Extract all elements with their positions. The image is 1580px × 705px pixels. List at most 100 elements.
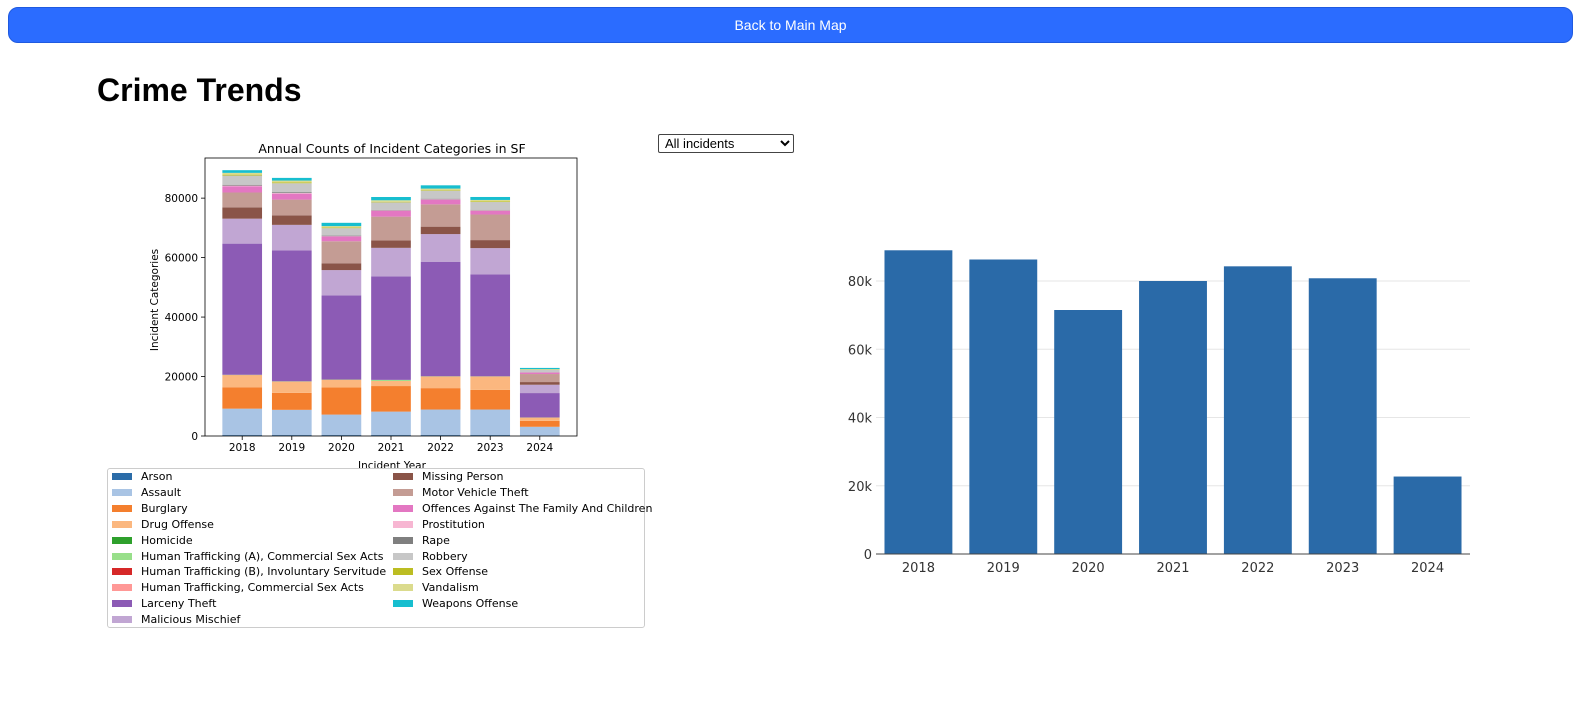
stacked-bar-segment: [519, 420, 560, 427]
stacked-bar-segment: [470, 389, 511, 410]
legend-item: Rape: [393, 534, 450, 547]
legend-swatch: [112, 488, 132, 496]
stacked-bar-segment: [420, 409, 461, 436]
stacked-bar-segment: [371, 380, 411, 387]
legend-label: Burglary: [141, 501, 188, 515]
legend-item: Weapons Offense: [393, 597, 518, 610]
legend-item: Robbery: [393, 550, 468, 563]
bar-chart-bar[interactable]: [1139, 281, 1207, 554]
stacked-bar-segment: [371, 210, 411, 217]
stacked-bar-segment: [420, 376, 461, 389]
bar-chart-x-tick-label: 2023: [1326, 561, 1359, 576]
stacked-bar-segment: [271, 224, 312, 251]
stacked-bar-segment: [371, 201, 411, 203]
legend-swatch: [112, 520, 132, 528]
bar-chart-bar[interactable]: [1223, 266, 1292, 554]
legend-item: Human Trafficking (A), Commercial Sex Ac…: [112, 550, 383, 563]
legend-label: Larceny Theft: [141, 597, 217, 611]
stacked-chart-y-tick-label: 20000: [165, 372, 198, 384]
legend-swatch: [393, 473, 413, 480]
stacked-bar-segment: [519, 372, 560, 375]
stacked-bar-segment: [470, 196, 511, 200]
stacked-bar-segment: [271, 250, 312, 382]
stacked-chart-x-tick-label: 2018: [229, 442, 256, 454]
stacked-bar-segment: [222, 174, 263, 176]
legend-item: Human Trafficking, Commercial Sex Acts: [112, 581, 364, 594]
legend-item: Prostitution: [393, 518, 485, 531]
legend-label: Vandalism: [422, 581, 479, 595]
bar-chart-x-tick-label: 2018: [902, 561, 935, 576]
stacked-bar-segment: [271, 182, 312, 184]
stacked-bar-segment: [519, 369, 560, 373]
stacked-bar-segment: [420, 226, 461, 235]
stacked-bar-segment: [519, 367, 560, 370]
legend-item: Assault: [112, 486, 181, 499]
stacked-bar-segment: [371, 240, 411, 248]
stacked-bar-segment: [321, 222, 362, 227]
stacked-bar-segment: [371, 386, 411, 412]
stacked-bar-segment: [321, 414, 362, 436]
bar-chart-bar[interactable]: [969, 259, 1038, 554]
bar-chart-x-tick-label: 2020: [1072, 561, 1105, 576]
stacked-bar-segment: [519, 393, 560, 418]
stacked-bar-segment: [470, 201, 511, 203]
bar-chart-y-tick-label: 40k: [848, 412, 873, 427]
stacked-bar-segment: [222, 186, 263, 193]
bar-chart-bar[interactable]: [1308, 278, 1377, 554]
stacked-bar-segment: [371, 202, 411, 210]
bar-chart-x-tick-label: 2021: [1156, 561, 1189, 576]
stacked-bar-segment: [470, 210, 511, 211]
stacked-bar-segment: [321, 270, 362, 296]
legend-item: Burglary: [112, 502, 188, 515]
stacked-bar-segment: [271, 199, 312, 216]
legend-item: Motor Vehicle Theft: [393, 486, 529, 499]
stacked-bar-segment: [371, 411, 411, 436]
stacked-bar-segment: [222, 218, 263, 244]
stacked-bar-segment: [519, 426, 560, 436]
stacked-bar-segment: [371, 200, 411, 202]
stacked-chart-y-tick-label: 0: [191, 431, 198, 443]
bar-chart-bar[interactable]: [884, 250, 953, 554]
legend-label: Human Trafficking (B), Involuntary Servi…: [141, 565, 387, 579]
stacked-bar-segment: [321, 387, 362, 415]
legend-swatch: [112, 473, 132, 480]
stacked-bar-segment: [222, 175, 263, 185]
legend-swatch: [393, 584, 413, 592]
bar-chart-x-tick-label: 2024: [1411, 561, 1444, 576]
stacked-bar-segment: [420, 261, 461, 377]
stacked-bar-segment: [519, 384, 560, 394]
stacked-bar-segment: [519, 382, 560, 385]
stacked-bar-segment: [321, 226, 362, 228]
stacked-bar-segment: [271, 215, 312, 225]
stacked-bar-segment: [470, 274, 511, 377]
stacked-bar-segment: [420, 199, 461, 205]
stacked-bar-segment: [271, 180, 312, 183]
stacked-chart-x-tick-label: 2022: [427, 442, 454, 454]
legend-item: Vandalism: [393, 581, 479, 594]
stacked-bar-segment: [470, 210, 511, 215]
incident-filter[interactable]: All incidents: [658, 134, 794, 153]
legend-item: Sex Offense: [393, 565, 488, 578]
bar-chart-bar[interactable]: [1393, 476, 1462, 554]
stacked-bar-segment: [371, 379, 411, 381]
legend-swatch: [393, 552, 413, 560]
legend-label: Human Trafficking (A), Commercial Sex Ac…: [141, 549, 384, 563]
legend-swatch: [112, 536, 132, 544]
stacked-bar-segment: [321, 228, 362, 236]
stacked-bar-segment: [371, 276, 411, 380]
stacked-bar-segment: [222, 170, 263, 173]
stacked-bar-segment: [470, 199, 511, 202]
legend-item: Human Trafficking (B), Involuntary Servi…: [112, 565, 386, 578]
stacked-bar-segment: [371, 247, 411, 277]
stacked-bar-segment: [271, 183, 312, 193]
stacked-chart-x-tick-label: 2023: [477, 442, 504, 454]
stacked-bar-segment: [371, 197, 411, 201]
incident-filter-select[interactable]: All incidents: [658, 134, 794, 153]
stacked-bar-segment: [271, 409, 312, 436]
stacked-chart-y-label: Incident Categories: [149, 249, 161, 351]
bar-chart-bar[interactable]: [1054, 310, 1123, 554]
stacked-bar-segment: [271, 392, 312, 410]
stacked-bar-segment: [420, 234, 461, 262]
stacked-bar-segment: [271, 192, 312, 194]
legend-swatch: [112, 568, 132, 576]
